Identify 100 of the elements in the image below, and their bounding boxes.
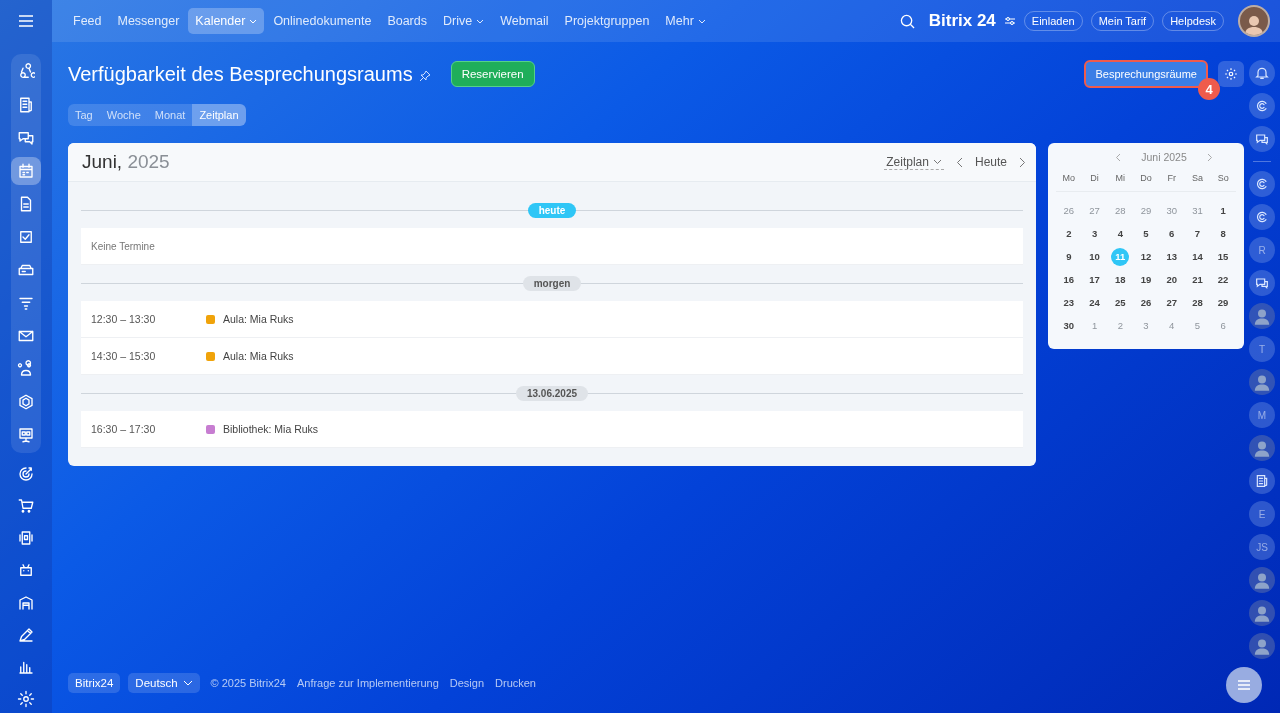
event-row[interactable]: 14:30 – 15:30 Aula: Mia Ruks	[81, 338, 1023, 375]
calendar-sidebar-item[interactable]	[11, 157, 41, 186]
event-time: 16:30 – 17:30	[91, 423, 157, 435]
contact-avatar[interactable]	[1249, 633, 1275, 659]
chat-button[interactable]	[1249, 270, 1275, 296]
calendar-day[interactable]: 21	[1188, 271, 1207, 289]
footer-link[interactable]: Design	[449, 677, 485, 689]
calendar-day[interactable]: 8	[1214, 225, 1233, 243]
user-avatar[interactable]	[1238, 5, 1270, 37]
chevron-down-icon	[182, 680, 193, 686]
contact-avatar[interactable]: JS	[1249, 534, 1275, 560]
nav-tab[interactable]: Onlinedokumente	[266, 8, 379, 34]
calendar-day[interactable]: 24	[1085, 294, 1104, 312]
nav-tab[interactable]: Feed	[66, 8, 109, 34]
calendar-day[interactable]: 30	[1059, 317, 1078, 335]
calendar-day[interactable]: 4	[1162, 317, 1181, 335]
calendar-day[interactable]: 12	[1137, 248, 1155, 266]
store-icon	[17, 593, 35, 612]
spiral-button[interactable]	[1249, 93, 1275, 119]
contact-avatar[interactable]	[1249, 369, 1275, 395]
meeting-rooms-button[interactable]: Besprechungsräume	[1084, 60, 1208, 88]
calendar-day[interactable]: 19	[1137, 271, 1155, 289]
contact-avatar[interactable]: T	[1249, 336, 1275, 362]
view-tab[interactable]: Woche	[99, 104, 148, 126]
calendar-day[interactable]: 6	[1162, 225, 1181, 243]
event-row[interactable]: 12:30 – 13:30 Aula: Mia Ruks	[81, 301, 1023, 338]
chat-button[interactable]	[1249, 126, 1275, 152]
calendar-day[interactable]: 26	[1059, 202, 1078, 220]
calendar-day[interactable]: 5	[1137, 225, 1155, 243]
calendar-day[interactable]: 18	[1111, 271, 1130, 289]
footer-link[interactable]: Anfrage zur Implementierung	[296, 677, 439, 689]
contact-avatar[interactable]: E	[1249, 501, 1275, 527]
calendar-day[interactable]: 28	[1188, 294, 1207, 312]
calendar-day[interactable]: 9	[1059, 248, 1078, 266]
nav-tab[interactable]: Boards	[380, 8, 434, 34]
sliders-icon[interactable]	[1003, 16, 1016, 26]
weekday-label: Mi	[1114, 173, 1127, 183]
contact-avatar[interactable]: M	[1249, 402, 1275, 428]
view-tab[interactable]: Monat	[147, 104, 193, 126]
nav-tab[interactable]: Webmail	[493, 8, 556, 34]
nav-tab[interactable]: Projektgruppen	[557, 8, 657, 34]
calendar-day[interactable]: 15	[1214, 248, 1233, 266]
contact-avatar[interactable]: R	[1249, 237, 1275, 263]
calendar-day[interactable]: 14	[1188, 248, 1207, 266]
chat-icon	[1254, 131, 1270, 147]
news-button[interactable]	[1249, 468, 1275, 494]
calendar-day[interactable]: 5	[1188, 317, 1207, 335]
language-selector[interactable]: Deutsch	[128, 673, 200, 693]
calendar-day[interactable]: 20	[1162, 271, 1181, 289]
calendar-day[interactable]: 16	[1059, 271, 1078, 289]
calendar-day[interactable]: 10	[1085, 248, 1104, 266]
bell-button[interactable]	[1249, 60, 1275, 86]
calendar-day[interactable]: 23	[1059, 294, 1078, 312]
calendar-day[interactable]: 3	[1085, 225, 1104, 243]
calendar-day[interactable]: 1	[1214, 202, 1233, 220]
footer-logo-button[interactable]: Bitrix24	[68, 673, 121, 693]
nav-tab[interactable]: Messenger	[110, 8, 187, 34]
calendar-day[interactable]: 22	[1214, 271, 1233, 289]
calendar-day[interactable]: 13	[1162, 248, 1181, 266]
today-button[interactable]: Heute	[968, 154, 1013, 170]
settings-button[interactable]	[1218, 61, 1244, 87]
calendar-day[interactable]: 3	[1137, 317, 1155, 335]
calendar-day[interactable]: 29	[1137, 202, 1155, 220]
calendar-day[interactable]: 26	[1137, 294, 1155, 312]
calendar-day[interactable]: 2	[1059, 225, 1078, 243]
search-icon[interactable]	[899, 13, 915, 29]
calendar-day[interactable]: 6	[1214, 317, 1233, 335]
pin-icon[interactable]	[418, 70, 431, 82]
calendar-day[interactable]: 28	[1111, 202, 1130, 220]
chat-icon	[1254, 275, 1270, 291]
contact-avatar[interactable]	[1249, 567, 1275, 593]
nav-tab[interactable]: Drive	[436, 8, 492, 34]
footer-link[interactable]: Drucken	[495, 677, 536, 689]
calendar-day[interactable]: 30	[1162, 202, 1181, 220]
spiral-button[interactable]	[1249, 204, 1275, 230]
chevron-right-icon[interactable]	[1019, 156, 1026, 168]
event-row[interactable]: 16:30 – 17:30 Bibliothek: Mia Ruks	[81, 411, 1023, 448]
spiral-button[interactable]	[1249, 171, 1275, 197]
contact-avatar[interactable]	[1249, 435, 1275, 461]
view-tab[interactable]: Zeitplan	[192, 104, 246, 126]
chevron-left-icon[interactable]	[955, 156, 963, 168]
calendar-day[interactable]: 29	[1214, 294, 1233, 312]
calendar-day[interactable]: 25	[1111, 294, 1130, 312]
contact-avatar[interactable]	[1249, 600, 1275, 626]
calendar-day[interactable]: 1	[1085, 317, 1104, 335]
nav-tab[interactable]: Mehr	[658, 8, 713, 34]
calendar-day[interactable]: 27	[1085, 202, 1104, 220]
view-tab[interactable]: Tag	[68, 104, 100, 126]
contact-avatar[interactable]	[1249, 303, 1275, 329]
list-button[interactable]	[1226, 667, 1262, 703]
calendar-day[interactable]: 31	[1188, 202, 1207, 220]
header-button[interactable]: Einladen	[1023, 11, 1083, 31]
view-selector[interactable]: Zeitplan	[884, 154, 944, 170]
calendar-day[interactable]: 2	[1111, 317, 1130, 335]
nav-tab[interactable]: Kalender	[188, 8, 265, 34]
calendar-day[interactable]: 27	[1162, 294, 1181, 312]
calendar-day[interactable]: 7	[1188, 225, 1207, 243]
calendar-day[interactable]: 17	[1085, 271, 1104, 289]
calendar-day[interactable]: 4	[1111, 225, 1130, 243]
reserve-button[interactable]: Reservieren	[450, 61, 535, 87]
